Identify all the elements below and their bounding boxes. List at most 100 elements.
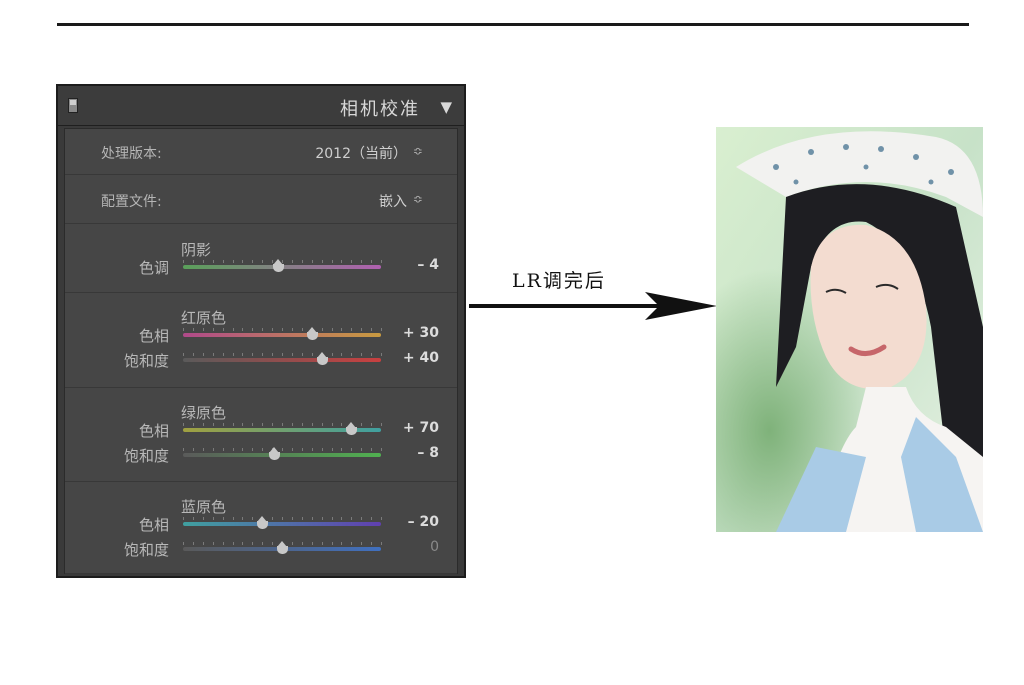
slider-thumb[interactable] [269,447,281,460]
slider-value[interactable]: – 20 [408,514,439,530]
slider-tick [291,448,293,451]
slider-track[interactable] [183,541,382,554]
slider-tick [331,517,333,520]
slider-tick [202,423,204,426]
slider-tick [242,517,244,520]
panel-toggle-switch[interactable] [68,98,78,113]
slider-tick [242,353,244,356]
slider-tick [212,517,214,520]
slider-tick [202,448,204,451]
slider-thumb[interactable] [277,541,288,554]
slider-value[interactable]: + 70 [403,420,439,436]
process-version-row: 处理版本: 2012（当前） ≎ [65,129,457,175]
slider-label: 饱和度 [123,352,169,370]
slider-tick [341,353,343,356]
slider-thumb[interactable] [346,422,358,435]
slider-tick [331,260,333,263]
slider-track[interactable] [183,447,382,460]
slider-tick [252,260,254,263]
slider-tick [222,328,224,331]
slider-tick [192,423,194,426]
slider-tick [183,353,184,356]
slider-tick [311,260,313,263]
slider-tick [291,328,293,331]
slider-tick [222,423,224,426]
slider-tick [331,448,333,451]
camera-calibration-panel: 相机校准 ▼ 处理版本: 2012（当前） ≎ 配置文件: 嵌入 ≎ 阴影 色调 –… [56,84,466,578]
slider-tick [252,353,254,356]
slider-thumb[interactable] [257,516,269,529]
group-title: 红原色 [181,309,227,327]
slider-tick [232,423,234,426]
slider-track[interactable] [183,516,382,529]
slider-tick [262,328,264,331]
group-title: 蓝原色 [181,498,227,516]
slider-tick [272,517,274,520]
collapse-triangle-icon[interactable]: ▼ [440,98,452,116]
slider-tick [301,448,303,451]
slider-label: 饱和度 [123,541,169,559]
slider-tick [321,448,323,451]
slider-tick [341,423,343,426]
panel-header[interactable]: 相机校准 ▼ [58,86,464,126]
slider-tick [371,448,373,451]
slider-tick [192,328,194,331]
slider-tick [222,353,224,356]
process-version-select[interactable]: 2012（当前） [315,143,407,163]
slider-tick [242,423,244,426]
slider-value[interactable]: 0 [430,539,439,555]
slider-tick [222,517,224,520]
slider-tick [222,260,224,263]
slider-track[interactable] [183,259,382,272]
slider-tick [252,448,254,451]
slider-thumb[interactable] [306,327,318,340]
profile-select[interactable]: 嵌入 [379,191,407,211]
slider-tick [321,328,323,331]
slider-tick [192,353,194,356]
slider-tick [183,328,184,331]
slider-tick [183,260,184,263]
slider-tick [272,423,274,426]
process-version-arrows-icon[interactable]: ≎ [413,144,423,158]
slider-tick [301,328,303,331]
slider-tick [361,542,363,545]
slider-value[interactable]: – 4 [417,257,439,273]
slider-tick [222,448,224,451]
slider-tick [242,448,244,451]
slider-tick [341,517,343,520]
slider-thumb[interactable] [316,352,328,365]
slider-value[interactable]: + 40 [403,350,439,366]
slider-tick [341,328,343,331]
slider-tick [361,353,363,356]
slider-tick [381,260,382,263]
slider-tick [202,260,204,263]
slider-value[interactable]: – 8 [417,445,439,461]
slider-tick [282,517,283,520]
slider-thumb[interactable] [273,259,285,272]
slider-tick [351,328,353,331]
slider-track[interactable] [183,352,382,365]
slider-tick [351,353,353,356]
slider-tick [301,517,303,520]
slider-tick [361,448,363,451]
slider-tick [202,353,204,356]
profile-arrows-icon[interactable]: ≎ [413,192,423,206]
slider-tick [291,260,293,263]
slider-track[interactable] [183,422,382,435]
slider-tick [252,542,254,545]
slider-tick [252,517,254,520]
slider-tick [262,260,264,263]
slider-tick [202,517,204,520]
slider-tick [291,542,293,545]
slider-tick [192,260,194,263]
slider-tick [232,517,234,520]
slider-tick [361,517,363,520]
slider-tick [301,353,303,356]
slider-tick [232,328,234,331]
slider-value[interactable]: + 30 [403,325,439,341]
slider-tick [321,260,323,263]
process-version-label: 处理版本: [101,146,162,162]
slider-tick [252,423,254,426]
slider-track[interactable] [183,327,382,340]
slider-tick [331,423,333,426]
